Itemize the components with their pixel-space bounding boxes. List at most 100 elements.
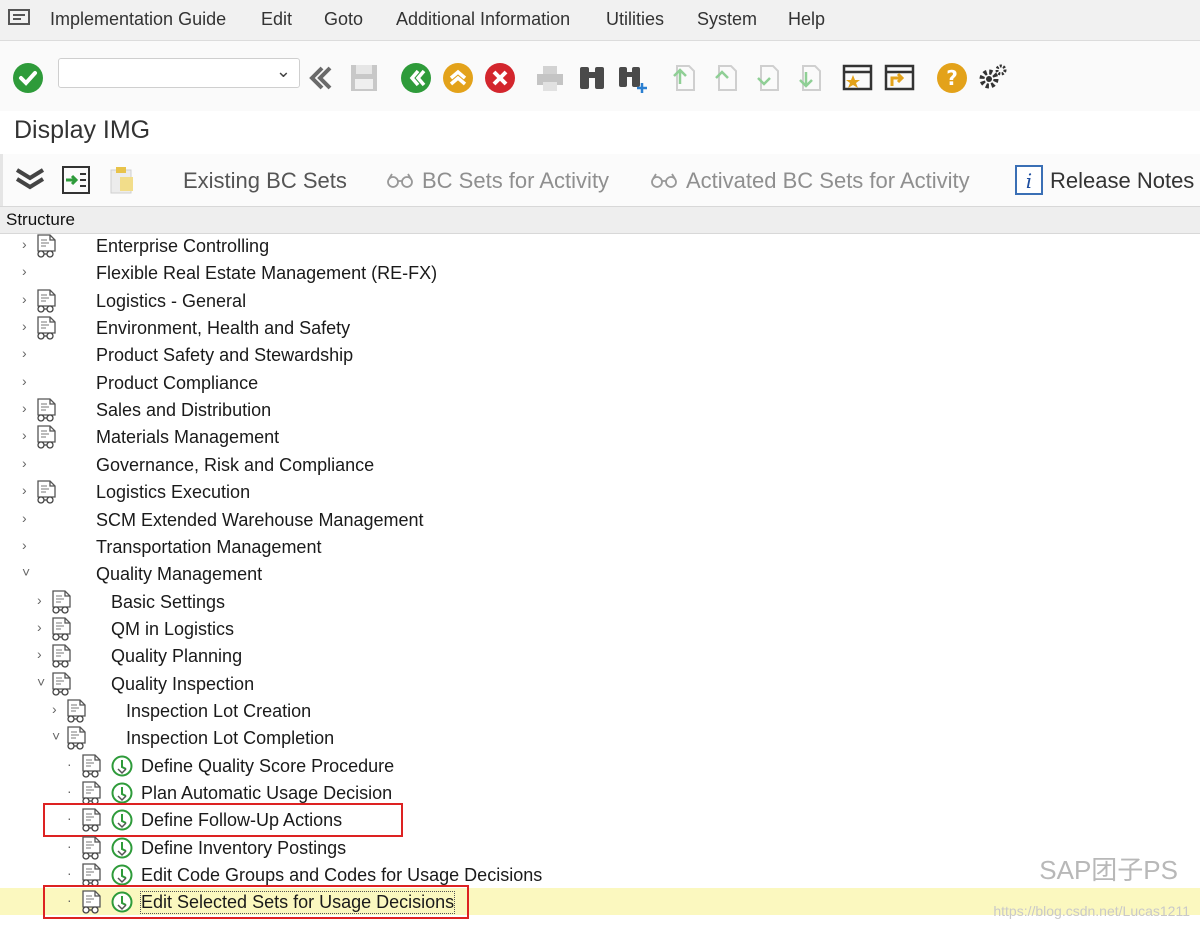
tree-node[interactable]: · Plan Automatic Usage Decision	[0, 779, 1200, 806]
tree-node[interactable]: › Logistics - General	[0, 287, 1200, 314]
tree-node-label[interactable]: Plan Automatic Usage Decision	[141, 783, 392, 804]
menu-edit[interactable]: Edit	[261, 9, 292, 30]
collapsed-caret-icon[interactable]: ›	[22, 263, 27, 279]
find-next-icon[interactable]	[616, 62, 648, 94]
tree-node-label[interactable]: Flexible Real Estate Management (RE-FX)	[96, 263, 437, 284]
documentation-glasses-icon[interactable]	[35, 398, 57, 422]
tree-node-label[interactable]: Define Inventory Postings	[141, 838, 346, 859]
tree-node[interactable]: ˅ Quality Management	[0, 560, 1200, 587]
documentation-glasses-icon[interactable]	[65, 699, 87, 723]
tree-node[interactable]: › Product Safety and Stewardship	[0, 341, 1200, 368]
tree-node[interactable]: · Define Inventory Postings	[0, 834, 1200, 861]
first-page-icon[interactable]	[668, 62, 700, 94]
tree-node-label[interactable]: Enterprise Controlling	[96, 236, 269, 257]
activated-bc-sets-button[interactable]: Activated BC Sets for Activity	[686, 168, 970, 194]
previous-page-icon[interactable]	[710, 62, 742, 94]
tree-node-label[interactable]: Inspection Lot Completion	[126, 728, 334, 749]
documentation-glasses-icon[interactable]	[80, 753, 102, 778]
exit-icon[interactable]	[442, 62, 474, 94]
position-cursor-icon[interactable]	[60, 164, 92, 196]
execute-activity-clock-icon[interactable]	[111, 837, 133, 859]
tree-node-label[interactable]: Product Compliance	[96, 373, 258, 394]
tree-node-label[interactable]: QM in Logistics	[111, 619, 234, 640]
expanded-caret-icon[interactable]: ˅	[52, 728, 60, 744]
settings-gear-icon[interactable]	[976, 62, 1008, 94]
collapsed-caret-icon[interactable]: ›	[22, 318, 27, 334]
command-field[interactable]: ⌄	[58, 58, 300, 88]
documentation-glasses-icon[interactable]	[35, 234, 57, 258]
documentation-glasses-icon[interactable]	[50, 617, 72, 641]
tree-node-label[interactable]: SCM Extended Warehouse Management	[96, 510, 424, 531]
collapsed-caret-icon[interactable]: ›	[22, 373, 27, 389]
tree-node[interactable]: › Logistics Execution	[0, 478, 1200, 505]
documentation-glasses-icon[interactable]	[35, 425, 57, 450]
tree-node[interactable]: · Define Quality Score Procedure	[0, 752, 1200, 779]
documentation-glasses-icon[interactable]	[35, 480, 57, 504]
help-icon[interactable]: ?	[936, 62, 968, 94]
menu-implementation-guide[interactable]: Implementation Guide	[50, 9, 226, 30]
tree-node-label[interactable]: Define Quality Score Procedure	[141, 756, 394, 777]
tree-node[interactable]: › SCM Extended Warehouse Management	[0, 506, 1200, 533]
save-icon[interactable]	[348, 62, 380, 94]
next-page-icon[interactable]	[752, 62, 784, 94]
documentation-glasses-icon[interactable]	[50, 644, 72, 668]
tree-node-label[interactable]: Environment, Health and Safety	[96, 318, 350, 339]
tree-node-label[interactable]: Sales and Distribution	[96, 400, 271, 421]
collapsed-caret-icon[interactable]: ›	[22, 482, 27, 498]
print-icon[interactable]	[534, 62, 566, 94]
documentation-glasses-icon[interactable]	[50, 589, 72, 614]
tree-node-label[interactable]: Materials Management	[96, 427, 279, 448]
tree-node[interactable]: › Environment, Health and Safety	[0, 314, 1200, 341]
documentation-glasses-icon[interactable]	[80, 836, 102, 860]
tree-node-label[interactable]: Governance, Risk and Compliance	[96, 455, 374, 476]
documentation-glasses-icon[interactable]	[65, 726, 87, 750]
tree-node[interactable]: › Transportation Management	[0, 533, 1200, 560]
tree-node-label[interactable]: Logistics Execution	[96, 482, 250, 503]
documentation-glasses-icon[interactable]	[35, 316, 57, 340]
tree-node[interactable]: › Materials Management	[0, 423, 1200, 450]
existing-bc-sets-button[interactable]: Existing BC Sets	[183, 168, 347, 194]
menu-help[interactable]: Help	[788, 9, 825, 30]
collapsed-caret-icon[interactable]: ›	[22, 510, 27, 526]
tree-node-label[interactable]: Quality Inspection	[111, 674, 254, 695]
collapsed-caret-icon[interactable]: ›	[22, 236, 27, 252]
tree-node-label[interactable]: Logistics - General	[96, 291, 246, 312]
tree-node[interactable]: › Product Compliance	[0, 369, 1200, 396]
tree-node[interactable]: ˅ Inspection Lot Completion	[0, 724, 1200, 751]
release-notes-button[interactable]: Release Notes	[1050, 168, 1194, 194]
tree-node[interactable]: › Basic Settings	[0, 588, 1200, 615]
documentation-glasses-icon[interactable]	[50, 671, 72, 696]
enter-check-icon[interactable]	[12, 62, 44, 94]
menu-additional-information[interactable]: Additional Information	[396, 9, 570, 30]
tree-node[interactable]: › Sales and Distribution	[0, 396, 1200, 423]
tree-node[interactable]: › Quality Planning	[0, 642, 1200, 669]
sap-menu-icon[interactable]	[8, 8, 32, 28]
collapsed-caret-icon[interactable]: ›	[37, 646, 42, 662]
chevron-down-icon[interactable]: ⌄	[276, 61, 291, 82]
collapsed-caret-icon[interactable]: ›	[22, 537, 27, 553]
collapsed-caret-icon[interactable]: ›	[22, 345, 27, 361]
expanded-caret-icon[interactable]: ˅	[22, 564, 30, 580]
collapsed-caret-icon[interactable]: ›	[52, 701, 57, 717]
collapsed-caret-icon[interactable]: ›	[22, 400, 27, 416]
expanded-caret-icon[interactable]: ˅	[37, 674, 45, 690]
tree-node-label[interactable]: Quality Planning	[111, 646, 242, 667]
execute-activity-clock-icon[interactable]	[111, 864, 133, 886]
collapsed-caret-icon[interactable]: ›	[37, 592, 42, 608]
collapsed-caret-icon[interactable]: ›	[22, 455, 27, 471]
tree-node-label[interactable]: Edit Code Groups and Codes for Usage Dec…	[141, 865, 542, 886]
tree-node[interactable]: · Edit Code Groups and Codes for Usage De…	[0, 861, 1200, 888]
documentation-glasses-icon[interactable]	[35, 289, 57, 313]
collapsed-caret-icon[interactable]: ›	[37, 619, 42, 635]
documentation-glasses-icon[interactable]	[80, 781, 102, 805]
menu-goto[interactable]: Goto	[324, 9, 363, 30]
find-icon[interactable]	[576, 62, 608, 94]
generate-shortcut-icon[interactable]	[884, 62, 916, 94]
bc-sets-for-activity-button[interactable]: BC Sets for Activity	[422, 168, 609, 194]
collapsed-caret-icon[interactable]: ›	[22, 427, 27, 443]
tree-node[interactable]: ˅ Quality Inspection	[0, 670, 1200, 697]
back-icon[interactable]	[400, 62, 432, 94]
clipboard-icon[interactable]	[106, 164, 136, 196]
last-page-icon[interactable]	[794, 62, 826, 94]
menu-utilities[interactable]: Utilities	[606, 9, 664, 30]
